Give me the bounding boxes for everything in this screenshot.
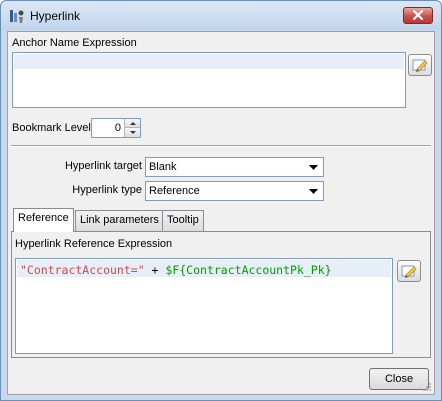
current-line-highlight xyxy=(14,54,404,69)
dialog-content: Anchor Name Expression Bookmark Level 0 … xyxy=(7,31,435,395)
chevron-down-icon xyxy=(309,165,318,170)
spin-down-button[interactable] xyxy=(124,128,140,137)
anchor-label: Anchor Name Expression xyxy=(12,37,137,49)
tab-tooltip[interactable]: Tooltip xyxy=(162,210,204,231)
bookmark-level-label: Bookmark Level xyxy=(12,122,91,134)
field-reference: $F{ContractAccountPk_Pk} xyxy=(165,263,332,277)
expression-editor-icon xyxy=(401,265,417,278)
tab-link-parameters[interactable]: Link parameters xyxy=(75,210,164,231)
title-bar[interactable]: Hyperlink xyxy=(1,1,441,30)
close-window-button[interactable] xyxy=(403,7,433,24)
concat-operator: + xyxy=(144,263,166,277)
close-icon xyxy=(412,9,424,21)
bookmark-level-value[interactable]: 0 xyxy=(115,122,121,134)
reference-expression-editor[interactable]: "ContractAccount=" + $F{ContractAccountP… xyxy=(15,258,393,354)
spin-up-button[interactable] xyxy=(124,119,140,128)
hyperlink-dialog: Hyperlink Anchor Name Expression Bookmar… xyxy=(0,0,442,401)
hyperlink-app-icon xyxy=(9,8,25,24)
expression-editor-icon xyxy=(412,59,428,72)
expression-code: "ContractAccount=" + $F{ContractAccountP… xyxy=(20,263,332,277)
reference-tab-panel: Hyperlink Reference Expression "Contract… xyxy=(11,231,431,358)
hyperlink-type-value: Reference xyxy=(149,185,200,197)
resize-grip-icon[interactable] xyxy=(422,382,432,392)
arrow-down-icon xyxy=(130,131,136,134)
anchor-expression-editor[interactable] xyxy=(12,52,406,108)
chevron-down-icon xyxy=(309,189,318,194)
hyperlink-target-value: Blank xyxy=(149,161,177,173)
separator xyxy=(11,145,431,147)
arrow-up-icon xyxy=(130,122,136,125)
bookmark-level-spinner[interactable]: 0 xyxy=(91,118,141,138)
close-button[interactable]: Close xyxy=(369,368,429,390)
window-title: Hyperlink xyxy=(30,9,81,23)
reference-expression-edit-button[interactable] xyxy=(397,260,421,282)
reference-expression-label: Hyperlink Reference Expression xyxy=(15,238,173,250)
tab-reference[interactable]: Reference xyxy=(13,208,74,232)
string-literal: "ContractAccount=" xyxy=(20,263,145,277)
hyperlink-target-select[interactable]: Blank xyxy=(145,157,324,177)
anchor-expression-edit-button[interactable] xyxy=(408,54,432,76)
hyperlink-type-label: Hyperlink type xyxy=(72,184,142,196)
hyperlink-target-label: Hyperlink target xyxy=(64,160,142,172)
hyperlink-type-select[interactable]: Reference xyxy=(145,181,324,201)
